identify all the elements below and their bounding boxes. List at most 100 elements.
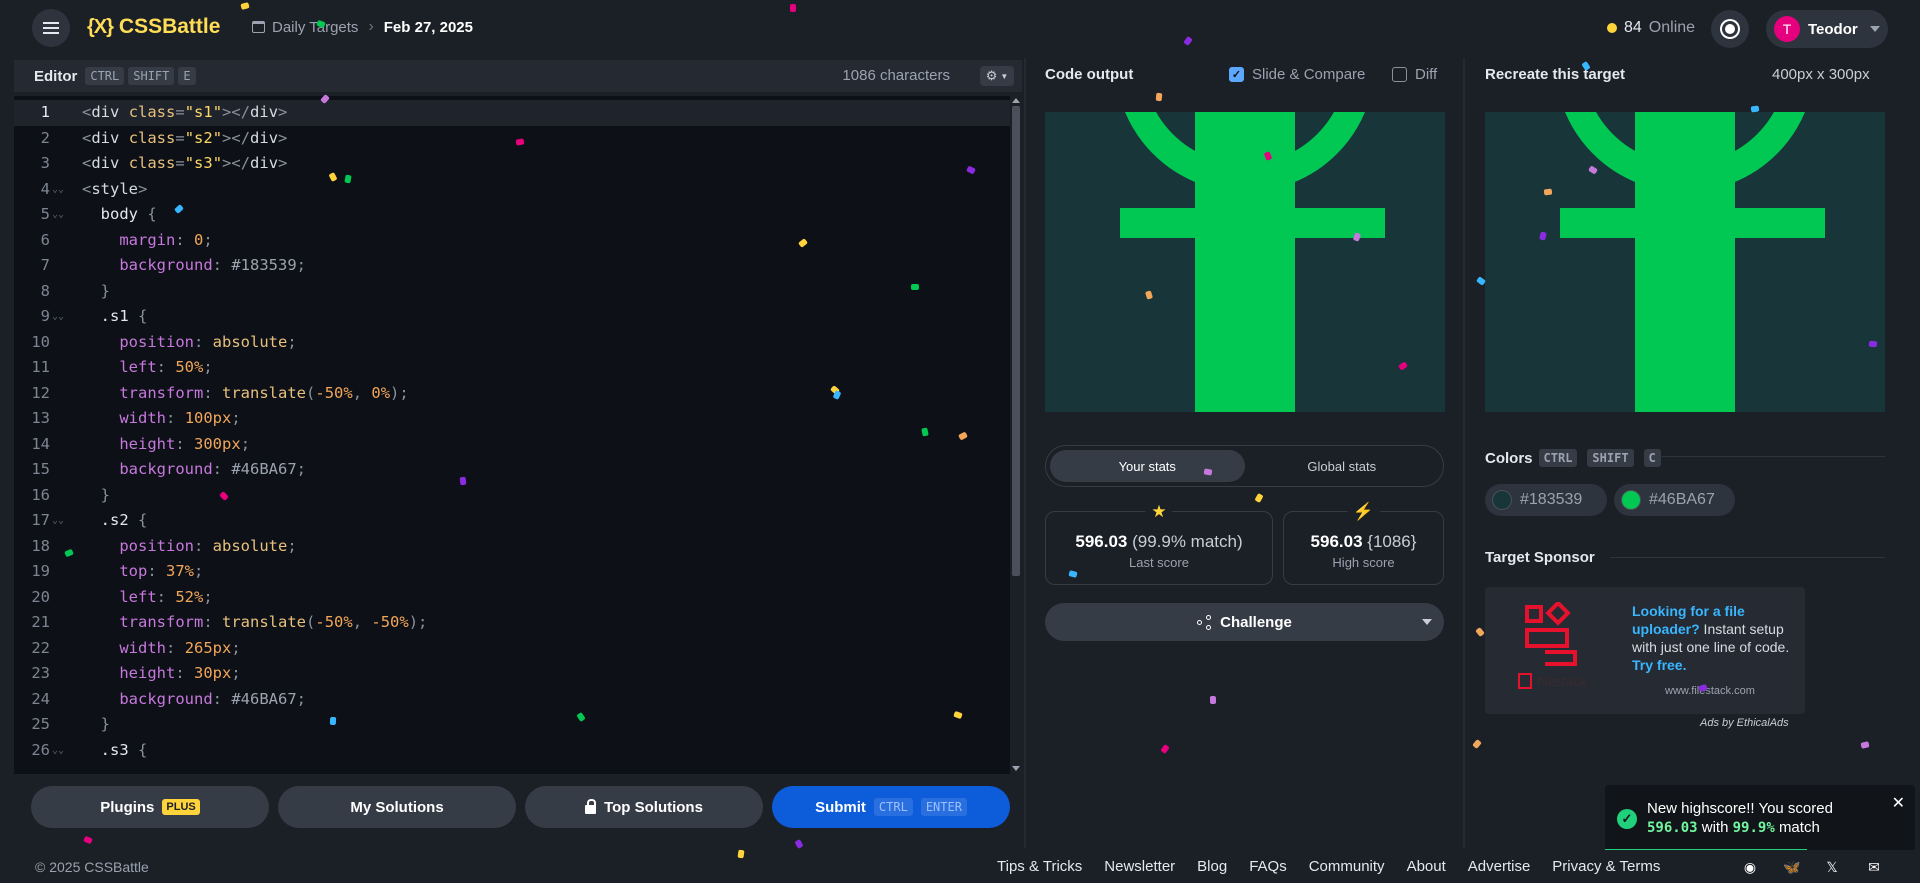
avatar: T (1774, 16, 1800, 42)
footer-link[interactable]: Blog (1197, 858, 1227, 875)
menu-button[interactable] (32, 9, 70, 47)
code-line[interactable]: 6 margin: 0; (14, 228, 1010, 254)
line-number: 26 (31, 740, 50, 759)
line-number: 6 (40, 230, 50, 249)
fold-icon[interactable]: ⌄⌄ (52, 202, 64, 228)
x-icon[interactable]: 𝕏 (1824, 859, 1840, 875)
code-output-preview[interactable] (1045, 112, 1445, 412)
code-text: left: 52%; (119, 587, 213, 606)
confetti-piece (1160, 744, 1170, 754)
logo[interactable]: {X} CSSBattle (87, 15, 220, 39)
plugins-button[interactable]: Plugins PLUS (31, 786, 269, 828)
fold-icon[interactable]: ⌄⌄ (52, 304, 64, 330)
shortcut-key: SHIFT (1587, 449, 1634, 467)
code-line[interactable]: 9 ⌄⌄ .s1 { (14, 304, 1010, 330)
code-line[interactable]: 16 } (14, 483, 1010, 509)
chevron-down-icon[interactable] (1422, 619, 1432, 625)
discord-icon[interactable]: ◉ (1742, 859, 1758, 875)
line-number: 21 (31, 613, 50, 631)
footer-link[interactable]: Privacy & Terms (1552, 858, 1660, 875)
challenge-label: Challenge (1220, 613, 1292, 631)
code-line[interactable]: 2 <div class="s2"></div> (14, 126, 1010, 152)
code-line[interactable]: 1 <div class="s1"></div> (14, 100, 1010, 126)
editor-settings-button[interactable]: ⚙ ▼ (980, 66, 1014, 86)
footer-link[interactable]: About (1407, 858, 1446, 875)
editor-scrollbar[interactable] (1010, 96, 1022, 774)
sponsor-ad[interactable]: filestack Looking for a file uploader? I… (1485, 587, 1805, 714)
code-line[interactable]: 4 ⌄⌄ <style> (14, 177, 1010, 203)
tab-your-stats[interactable]: Your stats (1050, 450, 1245, 482)
line-number: 19 (31, 562, 50, 580)
tab-global-stats[interactable]: Global stats (1245, 450, 1440, 482)
color-swatch-button[interactable]: #46BA67 (1614, 484, 1735, 516)
code-line[interactable]: 18 position: absolute; (14, 534, 1010, 560)
character-count: 1086 characters (842, 67, 950, 84)
footer-link[interactable]: Advertise (1468, 858, 1531, 875)
high-score-card: ⚡ 596.03 {1086} High score (1283, 502, 1444, 585)
code-line[interactable]: 26 ⌄⌄ .s3 { (14, 738, 1010, 764)
submit-button[interactable]: Submit CTRL ENTER (772, 786, 1010, 828)
code-line[interactable]: 25 } (14, 712, 1010, 738)
code-line[interactable]: 19 top: 37%; (14, 559, 1010, 585)
my-solutions-button[interactable]: My Solutions (278, 786, 516, 828)
code-line[interactable]: 24 background: #46BA67; (14, 687, 1010, 713)
theme-toggle-button[interactable] (1711, 10, 1749, 48)
footer-link[interactable]: Newsletter (1104, 858, 1175, 875)
code-line[interactable]: 5 ⌄⌄ body { (14, 202, 1010, 228)
code-editor[interactable]: 1 <div class="s1"></div> 2 <div class="s2">… (14, 96, 1010, 774)
top-solutions-button[interactable]: Top Solutions (525, 786, 763, 828)
ads-by-label[interactable]: Ads by EthicalAds (1700, 717, 1789, 729)
code-line[interactable]: 8 } (14, 279, 1010, 305)
code-line[interactable]: 23 height: 30px; (14, 661, 1010, 687)
vertical-bar-shape (1635, 112, 1735, 412)
line-number: 8 (40, 281, 50, 300)
code-line[interactable]: 7 background: #183539; (14, 253, 1010, 279)
checkbox-checked[interactable]: ✓ (1229, 67, 1244, 82)
check-icon: ✓ (1617, 809, 1637, 829)
line-number: 17 (31, 511, 50, 529)
color-swatch-button[interactable]: #183539 (1485, 484, 1607, 516)
scroll-up-icon[interactable] (1012, 98, 1020, 103)
fold-icon[interactable]: ⌄⌄ (52, 738, 64, 764)
checkbox-unchecked[interactable] (1392, 67, 1407, 82)
scroll-down-icon[interactable] (1012, 766, 1020, 771)
footer-link[interactable]: FAQs (1249, 858, 1287, 875)
code-line[interactable]: 11 left: 50%; (14, 355, 1010, 381)
last-score-match: (99.9% match) (1132, 532, 1243, 551)
sponsor-cta[interactable]: Try free. (1632, 657, 1686, 673)
bluesky-icon[interactable]: 🦋 (1783, 859, 1800, 875)
close-icon[interactable]: ✕ (1892, 793, 1905, 813)
footer: © 2025 CSSBattle Tips & Tricks Newslette… (0, 850, 1920, 883)
fold-icon[interactable]: ⌄⌄ (52, 177, 64, 203)
user-menu-button[interactable]: T Teodor (1766, 10, 1888, 48)
code-line[interactable]: 12 transform: translate(-50%, 0%); (14, 381, 1010, 407)
code-line[interactable]: 14 height: 300px; (14, 432, 1010, 458)
code-line[interactable]: 20 left: 52%; (14, 585, 1010, 611)
line-number: 4 (40, 179, 50, 198)
challenge-button[interactable]: Challenge (1045, 603, 1444, 641)
code-line[interactable]: 3 <div class="s3"></div> (14, 151, 1010, 177)
code-line[interactable]: 13 width: 100px; (14, 406, 1010, 432)
logo-text: CSSBattle (118, 15, 221, 38)
code-text: position: absolute; (119, 332, 297, 351)
code-line[interactable]: 17 ⌄⌄ .s2 { (14, 508, 1010, 534)
high-score-chars: {1086} (1367, 532, 1417, 551)
footer-link[interactable]: Community (1309, 858, 1385, 875)
diff-toggle[interactable]: Diff (1392, 66, 1437, 83)
code-line[interactable]: 21 transform: translate(-50%, -50%); (14, 610, 1010, 636)
divider (1660, 456, 1885, 457)
code-line[interactable]: 10 position: absolute; (14, 330, 1010, 356)
line-number: 7 (40, 256, 50, 274)
gear-icon: ⚙ (985, 68, 998, 83)
mail-icon[interactable]: ✉ (1866, 859, 1882, 875)
code-text: background: #183539; (119, 256, 307, 274)
code-text: <div class="s1"></div> (82, 103, 288, 121)
swatch-icon (1621, 490, 1641, 510)
fold-icon[interactable]: ⌄⌄ (52, 508, 64, 534)
code-line[interactable]: 22 width: 265px; (14, 636, 1010, 662)
breadcrumb-daily-targets[interactable]: Daily Targets (252, 19, 358, 36)
footer-link[interactable]: Tips & Tricks (997, 858, 1082, 875)
code-line[interactable]: 15 background: #46BA67; (14, 457, 1010, 483)
slide-compare-toggle[interactable]: ✓ Slide & Compare (1229, 66, 1365, 83)
scroll-thumb[interactable] (1012, 106, 1020, 576)
